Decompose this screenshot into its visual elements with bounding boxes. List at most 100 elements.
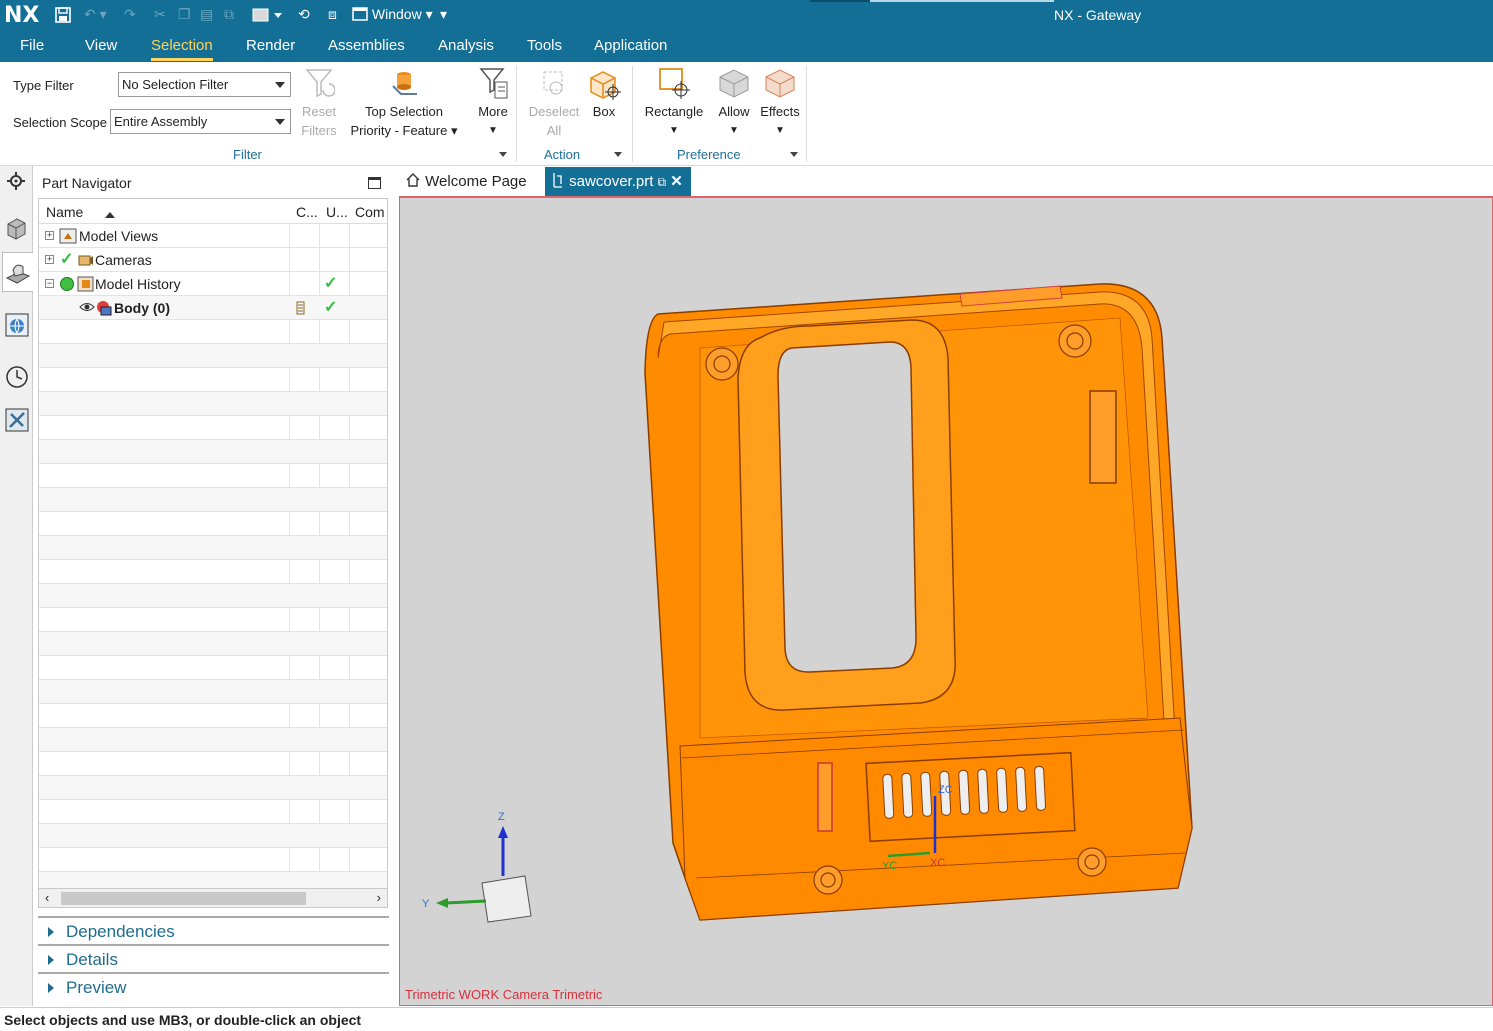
timestamp-icon — [296, 301, 306, 318]
tree-row-empty — [39, 320, 387, 344]
graphics-window[interactable]: ZC YC XC Z Y Trimetric WORK Camera Trime… — [399, 196, 1493, 1006]
reset-label-2: Filters — [301, 123, 337, 138]
type-filter-select[interactable]: No Selection Filter — [118, 72, 291, 97]
column-uptodate[interactable]: U... — [326, 204, 348, 220]
column-name[interactable]: Name — [46, 204, 83, 220]
undock-icon[interactable]: ⧉ — [658, 175, 667, 189]
action-group-menu[interactable] — [614, 152, 622, 157]
close-icon[interactable]: ✕ — [670, 173, 683, 190]
scroll-right-icon[interactable]: › — [377, 890, 381, 905]
navigator-tree: Name C... U... Com + Model Views + ✓ Cam… — [38, 198, 388, 893]
scroll-left-icon[interactable]: ‹ — [45, 890, 49, 905]
model-canvas[interactable]: ZC YC XC Z Y — [400, 198, 1492, 1004]
collapse-icon[interactable]: − — [45, 279, 54, 288]
more-caret: ▼ — [488, 125, 498, 136]
expand-arrow-icon — [48, 983, 54, 993]
panel-label: Details — [66, 950, 118, 969]
menu-assemblies[interactable]: Assemblies — [328, 37, 405, 58]
reuse-library-icon[interactable] — [5, 408, 29, 432]
history-clock-icon[interactable] — [5, 365, 29, 389]
menu-selection[interactable]: Selection — [151, 37, 213, 61]
menu-analysis[interactable]: Analysis — [438, 37, 494, 58]
tab-label: sawcover.prt — [569, 173, 654, 190]
panel-label: Dependencies — [66, 922, 175, 941]
preview-panel[interactable]: Preview — [38, 972, 389, 1000]
copy-icon[interactable]: ❐ — [178, 6, 191, 23]
preference-group-label: Preference — [677, 147, 741, 162]
windows-icon[interactable]: ⧈ — [328, 6, 337, 23]
box-button[interactable]: Box — [586, 66, 622, 121]
save-icon[interactable] — [54, 6, 72, 27]
tree-row-cameras[interactable]: + ✓ Cameras — [39, 248, 387, 272]
selection-scope-select[interactable]: Entire Assembly — [110, 109, 291, 134]
tab-sawcover-prt[interactable]: sawcover.prt ⧉ ✕ — [545, 167, 691, 196]
tree-row-empty — [39, 848, 387, 872]
navigator-title: Part Navigator — [42, 175, 132, 191]
dependencies-panel[interactable]: Dependencies — [38, 916, 389, 944]
menu-render[interactable]: Render — [246, 37, 295, 58]
web-browser-icon[interactable] — [5, 313, 29, 337]
title-bar: NX ↶ ▾ ↷ ✂ ❐ ▤ ⧉ ⟲ ⧈ Window ▾ ▾ NX - Gat… — [0, 0, 1493, 32]
tree-row-body[interactable]: Body (0) ✓ — [39, 296, 387, 320]
more-button[interactable]: More ▼ — [472, 66, 514, 140]
view-caption: Trimetric WORK Camera Trimetric — [405, 987, 603, 1002]
tree-row-model-views[interactable]: + Model Views — [39, 224, 387, 248]
group-separator — [806, 66, 807, 162]
customize-icon[interactable]: ▾ — [440, 6, 447, 23]
body-feature-icon — [95, 299, 113, 320]
effects-icon — [765, 69, 795, 98]
redo-icon[interactable]: ↷ — [124, 6, 136, 23]
details-panel[interactable]: Details — [38, 944, 389, 972]
effects-button[interactable]: Effects ▼ — [758, 66, 802, 140]
rectangle-button[interactable]: Rectangle ▼ — [640, 66, 708, 140]
settings-gear-icon[interactable] — [5, 170, 29, 194]
part-navigator-icon — [5, 264, 31, 284]
preference-group-menu[interactable] — [790, 152, 798, 157]
deselect-all-button[interactable]: Deselect All — [526, 66, 582, 140]
horizontal-scrollbar[interactable]: ‹ › — [38, 888, 388, 908]
allow-button[interactable]: Allow ▼ — [714, 66, 754, 140]
rectangle-label: Rectangle — [644, 104, 704, 119]
menu-file[interactable]: File — [20, 37, 44, 58]
tree-row-empty — [39, 464, 387, 488]
more-filter-icon — [479, 68, 508, 99]
top-selection-priority-button[interactable]: Top Selection Priority - Feature ▾ — [342, 66, 466, 140]
expand-icon[interactable]: + — [45, 255, 54, 264]
maximize-icon[interactable] — [368, 177, 381, 189]
visibility-eye-icon[interactable] — [79, 300, 95, 317]
tab-welcome-page[interactable]: Welcome Page — [405, 167, 541, 196]
refresh-icon[interactable]: ⟲ — [298, 6, 310, 23]
tree-row-label: Model History — [95, 276, 181, 292]
part-navigator-tab[interactable] — [2, 252, 33, 292]
document-tabs: Welcome Page sawcover.prt ⧉ ✕ — [399, 166, 1493, 196]
top-selection-label: Top Selection — [364, 104, 444, 119]
cut-icon[interactable]: ✂ — [154, 6, 166, 23]
priority-feature-label: Priority - Feature — [350, 123, 448, 138]
reset-filters-button[interactable]: Reset Filters — [298, 66, 340, 140]
tree-row-model-history[interactable]: − Model History ✓ — [39, 272, 387, 296]
tree-row-empty — [39, 632, 387, 656]
deselect-icon — [543, 71, 563, 95]
tree-row-empty — [39, 368, 387, 392]
column-comment[interactable]: Com — [355, 204, 385, 220]
expand-icon[interactable]: + — [45, 231, 54, 240]
wcs-yc-label: YC — [882, 860, 897, 872]
action-group-label: Action — [544, 147, 581, 162]
column-current[interactable]: C... — [296, 204, 318, 220]
display-mode-icon[interactable] — [252, 6, 282, 27]
assembly-navigator-icon[interactable] — [5, 216, 29, 240]
filter-group-menu[interactable] — [499, 152, 507, 157]
paste-icon[interactable]: ▤ — [200, 6, 213, 23]
window-title: NX - Gateway — [1054, 7, 1142, 23]
allow-label: Allow — [718, 104, 750, 119]
tree-row-empty — [39, 704, 387, 728]
undo-icon[interactable]: ↶ ▾ — [84, 6, 107, 23]
history-icon — [77, 275, 95, 296]
uptodate-check-icon: ✓ — [324, 299, 338, 316]
paste-special-icon[interactable]: ⧉ — [224, 6, 234, 23]
menu-tools[interactable]: Tools — [527, 37, 562, 58]
menu-view[interactable]: View — [85, 37, 117, 58]
menu-application[interactable]: Application — [594, 37, 667, 58]
scrollbar-thumb[interactable] — [61, 892, 306, 905]
window-menu[interactable]: Window ▾ — [352, 6, 433, 23]
